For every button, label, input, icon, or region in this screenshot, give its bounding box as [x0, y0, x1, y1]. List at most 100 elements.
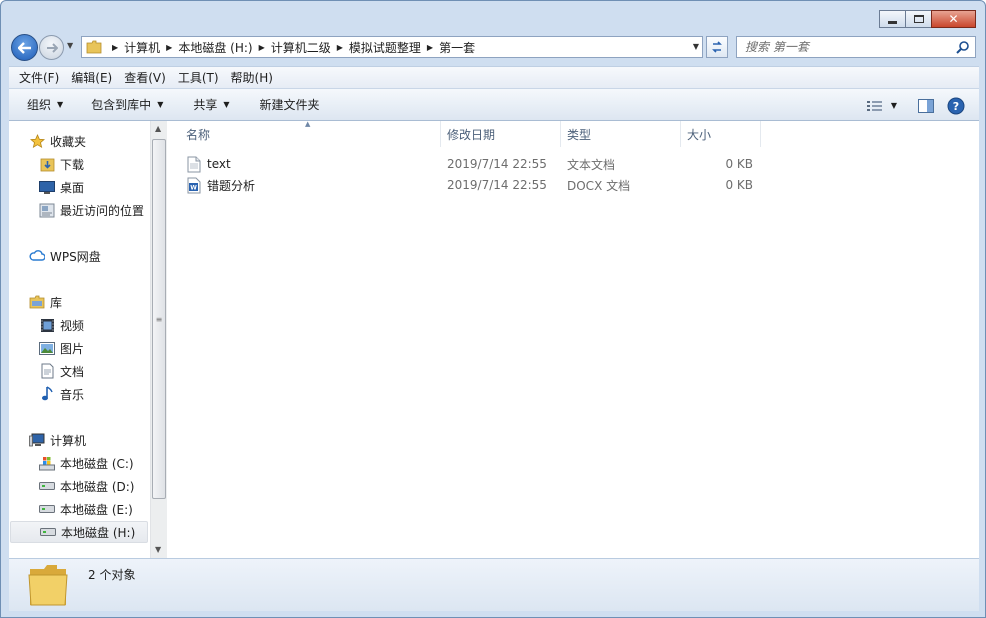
column-header-type[interactable]: 类型 [561, 121, 681, 147]
column-header-size[interactable]: 大小 [681, 121, 761, 147]
star-icon [29, 133, 45, 148]
breadcrumb-item-set-one[interactable]: 第一套 [439, 39, 475, 56]
nav-recent-places[interactable]: 最近访问的位置 [39, 200, 144, 220]
nav-label: WPS网盘 [50, 249, 101, 264]
refresh-icon [712, 41, 722, 53]
system-drive-icon [39, 456, 55, 470]
nav-favorites[interactable]: 收藏夹 [29, 131, 86, 151]
status-item-count: 2 个对象 [88, 568, 136, 582]
share-button[interactable]: 共享 ▼ [184, 93, 238, 117]
nav-drive-d[interactable]: 本地磁盘 (D:) [39, 476, 134, 496]
menu-file[interactable]: 文件(F) [13, 69, 65, 86]
nav-label: 本地磁盘 (D:) [60, 479, 135, 494]
nav-label: 本地磁盘 (H:) [61, 525, 136, 540]
desktop-icon [39, 180, 55, 194]
file-name: 错题分析 [207, 178, 256, 193]
chevron-down-icon: ▼ [57, 100, 64, 109]
nav-label: 图片 [60, 341, 85, 356]
column-label: 名称 [186, 127, 211, 142]
scroll-up-icon[interactable]: ▲ [155, 124, 161, 133]
breadcrumb-item-computer[interactable]: 计算机 [124, 39, 160, 56]
back-button[interactable] [11, 34, 38, 61]
column-header-date[interactable]: 修改日期 [441, 121, 561, 147]
new-folder-label: 新建文件夹 [259, 98, 320, 112]
breadcrumb-separator-icon[interactable]: ▶ [259, 43, 265, 52]
change-view-button[interactable]: ▼ [859, 94, 905, 118]
help-icon: ? [947, 97, 965, 114]
column-header-name[interactable]: 名称 [180, 121, 441, 147]
search-icon[interactable] [956, 40, 970, 54]
nav-label: 本地磁盘 (C:) [60, 456, 134, 471]
nav-downloads[interactable]: 下载 [39, 154, 84, 174]
back-arrow-icon [17, 41, 31, 54]
nav-label: 收藏夹 [50, 134, 87, 149]
nav-label: 文档 [60, 364, 85, 379]
scroll-down-icon[interactable]: ▼ [155, 545, 161, 554]
nav-documents[interactable]: 文档 [39, 361, 84, 381]
details-view-icon [866, 100, 882, 111]
scrollbar-thumb[interactable]: ≡ [152, 139, 166, 499]
nav-pictures[interactable]: 图片 [39, 338, 84, 358]
nav-wps-cloud[interactable]: WPS网盘 [29, 246, 101, 266]
breadcrumb-separator-icon[interactable]: ▶ [112, 43, 118, 52]
nav-computer[interactable]: 计算机 [29, 430, 86, 450]
documents-icon [41, 363, 53, 379]
breadcrumb-item-level2[interactable]: 计算机二级 [271, 39, 331, 56]
menu-edit[interactable]: 编辑(E) [65, 69, 118, 86]
breadcrumb: ▶ 计算机 ▶ 本地磁盘 (H:) ▶ 计算机二级 ▶ 模拟试题整理 ▶ 第一套 [106, 37, 475, 57]
refresh-button[interactable] [706, 36, 728, 58]
breadcrumb-item-drive-h[interactable]: 本地磁盘 (H:) [178, 39, 252, 56]
address-bar[interactable]: ▶ 计算机 ▶ 本地磁盘 (H:) ▶ 计算机二级 ▶ 模拟试题整理 ▶ 第一套… [81, 36, 703, 58]
status-bar: 2 个对象 [9, 558, 979, 611]
file-name-cell: text [187, 154, 231, 174]
svg-text:?: ? [953, 100, 959, 113]
nav-music[interactable]: 音乐 [39, 384, 84, 404]
maximize-button[interactable] [905, 10, 932, 28]
nav-label: 最近访问的位置 [60, 203, 145, 218]
help-button[interactable]: ? [941, 94, 971, 118]
view-controls: ▼ ? [859, 89, 979, 122]
menu-tools[interactable]: 工具(T) [172, 69, 225, 86]
close-button[interactable]: ✕ [931, 10, 976, 28]
nav-desktop[interactable]: 桌面 [39, 177, 84, 197]
music-icon [42, 386, 53, 401]
breadcrumb-separator-icon[interactable]: ▶ [427, 43, 433, 52]
menu-bar: 文件(F) 编辑(E) 查看(V) 工具(T) 帮助(H) [9, 66, 979, 88]
file-row[interactable]: W 错题分析 2019/7/14 22:55 DOCX 文档 0 KB [185, 175, 765, 195]
nav-drive-c[interactable]: 本地磁盘 (C:) [39, 453, 134, 473]
nav-label: 本地磁盘 (E:) [60, 502, 133, 517]
search-input[interactable] [737, 37, 937, 57]
forward-button[interactable] [39, 35, 64, 60]
minimize-icon [888, 20, 897, 24]
nav-videos[interactable]: 视频 [39, 315, 84, 335]
nav-libraries[interactable]: 库 [29, 292, 62, 312]
nav-scrollbar[interactable]: ▲ ≡ ▼ [150, 121, 167, 558]
docx-file-icon: W [187, 177, 201, 193]
breadcrumb-separator-icon[interactable]: ▶ [337, 43, 343, 52]
share-label: 共享 [193, 98, 218, 112]
breadcrumb-item-mock-tests[interactable]: 模拟试题整理 [349, 39, 421, 56]
file-row[interactable]: text 2019/7/14 22:55 文本文档 0 KB [185, 154, 765, 174]
breadcrumb-separator-icon[interactable]: ▶ [166, 43, 172, 52]
file-size: 0 KB [725, 157, 753, 171]
preview-pane-button[interactable] [911, 94, 941, 118]
column-label: 类型 [567, 127, 592, 142]
nav-drive-h[interactable]: 本地磁盘 (H:) [10, 521, 148, 543]
nav-label: 桌面 [60, 180, 85, 195]
new-folder-button[interactable]: 新建文件夹 [251, 93, 329, 117]
minimize-button[interactable] [879, 10, 906, 28]
organize-button[interactable]: 组织 ▼ [18, 93, 72, 117]
nav-label: 视频 [60, 318, 85, 333]
menu-help[interactable]: 帮助(H) [225, 69, 279, 86]
folder-icon [28, 565, 68, 606]
menu-view[interactable]: 查看(V) [118, 69, 172, 86]
nav-drive-e[interactable]: 本地磁盘 (E:) [39, 499, 133, 519]
history-dropdown-icon[interactable]: ▼ [67, 41, 73, 50]
drive-icon [39, 505, 55, 513]
column-label: 大小 [687, 127, 712, 142]
navigation-pane: 收藏夹 下载 桌面 最近访问的位置 WPS网盘 库 视频 图片 文档 音乐 计算… [9, 121, 150, 558]
chevron-down-icon: ▼ [157, 100, 164, 109]
include-library-label: 包含到库中 [91, 98, 152, 112]
address-dropdown-icon[interactable]: ▼ [693, 42, 699, 51]
include-in-library-button[interactable]: 包含到库中 ▼ [82, 93, 172, 117]
